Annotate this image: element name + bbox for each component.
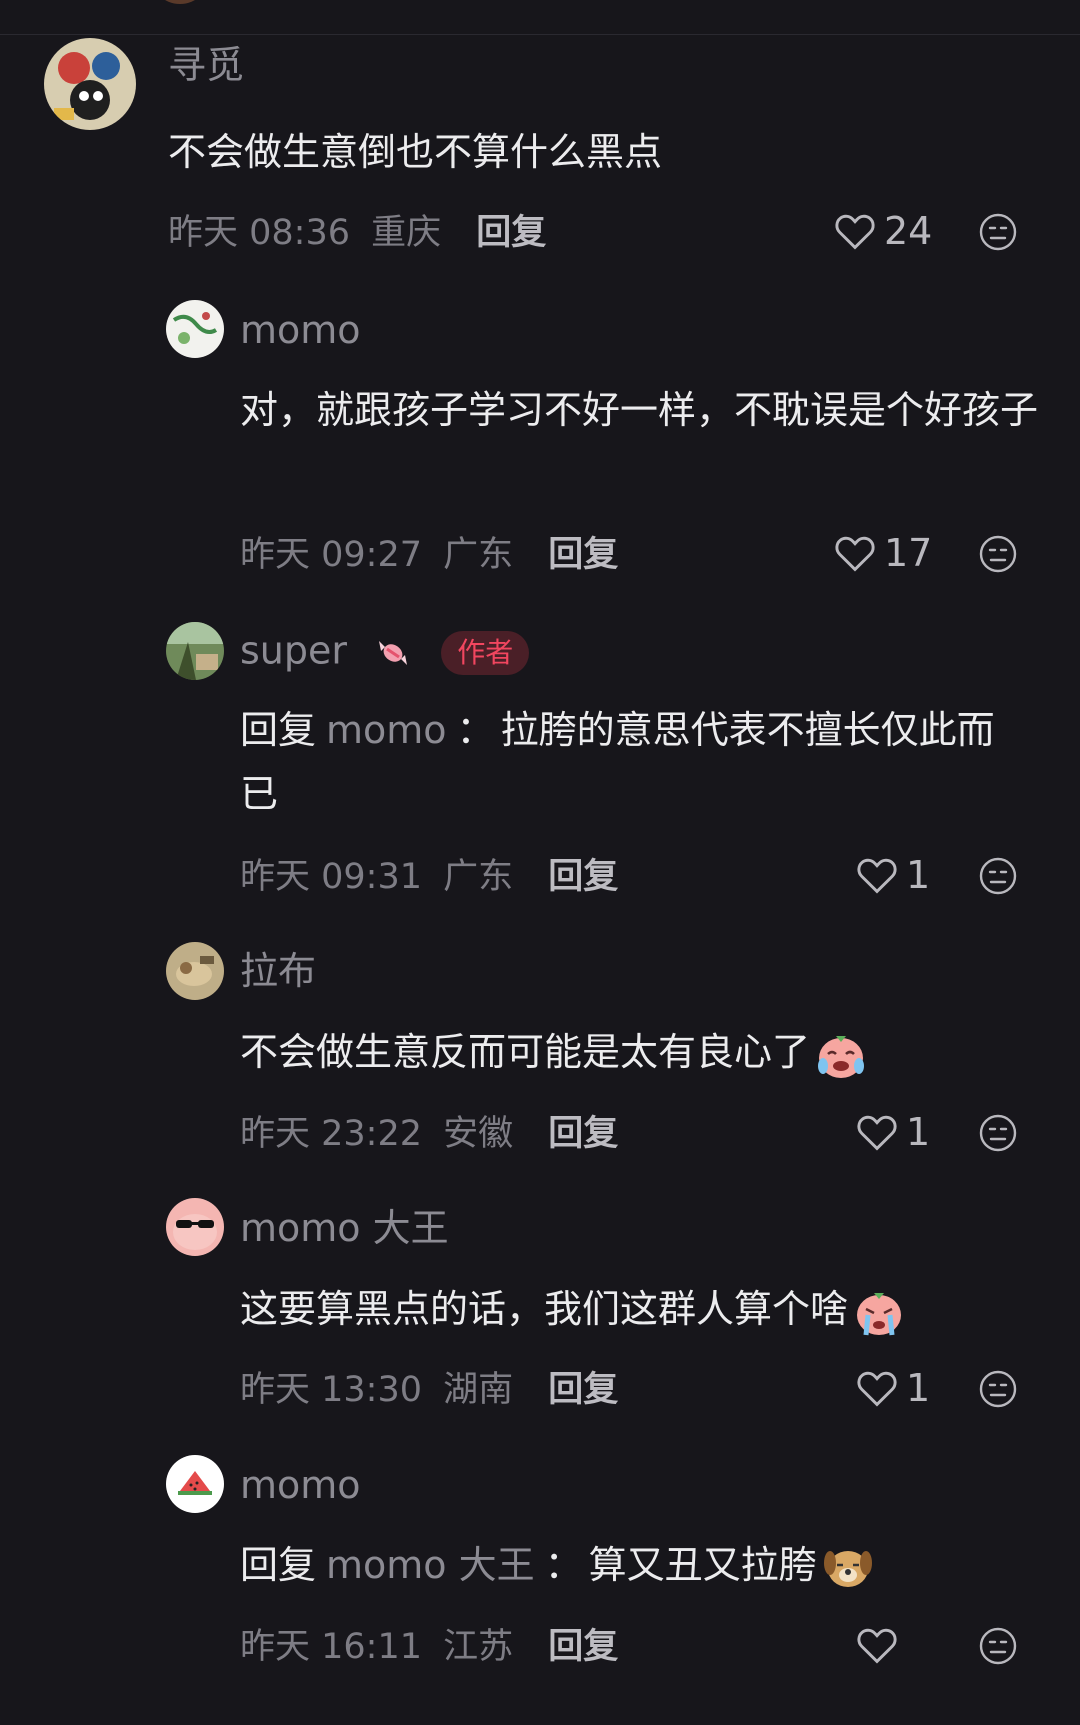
heart-icon xyxy=(857,1628,897,1664)
candy-icon xyxy=(379,641,408,665)
like-button[interactable]: 1 xyxy=(856,856,930,894)
dislike-icon[interactable] xyxy=(978,534,1018,574)
dislike-icon[interactable] xyxy=(978,1113,1018,1153)
author-badge: 作者 xyxy=(441,631,530,675)
reply-prefix: 回复 xyxy=(240,1543,317,1587)
comment-author[interactable]: momo xyxy=(240,1466,361,1504)
comment-time: 昨天 09:27 xyxy=(240,535,422,575)
reply-button[interactable]: 回复 xyxy=(548,535,618,575)
comment-body: 这要算黑点的话，我们这群人算个啥 xyxy=(240,1287,849,1331)
comment-meta: 昨天 23:22 安徽 回复 xyxy=(240,1117,618,1152)
comment-meta: 昨天 08:36 重庆 回复 xyxy=(168,216,546,251)
comment-meta: 昨天 09:27 广东 回复 xyxy=(240,538,618,573)
reply-button[interactable]: 回复 xyxy=(548,1627,618,1667)
comment-time: 昨天 09:31 xyxy=(240,857,422,897)
reply-colon: ： xyxy=(544,1543,583,1587)
reply-target[interactable]: momo 大王 xyxy=(326,1543,535,1587)
comment-author[interactable]: momo xyxy=(240,311,361,349)
comment-location: 广东 xyxy=(443,857,514,897)
avatar[interactable] xyxy=(166,1455,224,1513)
heart-icon xyxy=(857,1371,897,1407)
comment-author[interactable]: momo 大王 xyxy=(240,1209,449,1247)
dislike-icon[interactable] xyxy=(978,1369,1018,1409)
comment-meta: 昨天 09:31 广东 回复 xyxy=(240,860,618,895)
comment-meta: 昨天 13:30 湖南 回复 xyxy=(240,1373,618,1408)
like-button[interactable]: 1 xyxy=(856,1369,930,1407)
reply-target[interactable]: momo xyxy=(326,708,447,752)
comment-meta: 昨天 16:11 江苏 回复 xyxy=(240,1630,618,1665)
author-name[interactable]: super xyxy=(240,629,347,673)
avatar[interactable] xyxy=(166,300,224,358)
like-count: 24 xyxy=(884,209,933,253)
comment-text: 对，就跟孩子学习不好一样，不耽误是个好孩子 xyxy=(240,378,1040,442)
comment-author[interactable]: 寻觅 xyxy=(168,46,244,84)
reply-prefix: 回复 xyxy=(240,708,317,752)
comment-author: super 作者 xyxy=(240,629,530,675)
like-button[interactable]: 17 xyxy=(834,534,932,572)
comment-time: 昨天 08:36 xyxy=(168,213,350,253)
like-button[interactable]: 24 xyxy=(834,212,932,250)
comment-location: 广东 xyxy=(443,535,514,575)
dislike-icon[interactable] xyxy=(978,1626,1018,1666)
avatar[interactable] xyxy=(44,38,136,130)
avatar[interactable] xyxy=(166,1198,224,1256)
crying-emoji-icon xyxy=(857,1292,902,1335)
comment-body: 不会做生意反而可能是太有良心了 xyxy=(240,1030,811,1074)
reply-button[interactable]: 回复 xyxy=(548,1114,618,1154)
comment-body: 不会做生意倒也不算什么黑点 xyxy=(168,130,663,174)
like-count: 1 xyxy=(906,1366,931,1410)
comment-text: 这要算黑点的话，我们这群人算个啥 xyxy=(240,1277,1040,1341)
dislike-icon[interactable] xyxy=(978,856,1018,896)
heart-icon xyxy=(857,858,897,894)
like-count: 1 xyxy=(906,853,931,897)
reply-colon: ： xyxy=(456,708,495,752)
heart-icon xyxy=(835,536,875,572)
avatar[interactable] xyxy=(166,622,224,680)
crying-laughing-emoji-icon xyxy=(818,1035,865,1078)
comment-text: 不会做生意反而可能是太有良心了 xyxy=(240,1020,1040,1084)
like-button[interactable]: 1 xyxy=(856,1113,930,1151)
comment-time: 昨天 23:22 xyxy=(240,1114,422,1154)
reply-button[interactable]: 回复 xyxy=(548,1370,618,1410)
comment-time: 昨天 16:11 xyxy=(240,1627,422,1667)
avatar[interactable] xyxy=(150,0,210,4)
dog-emoji-icon xyxy=(823,1550,872,1587)
comment-body: 算又丑又拉胯 xyxy=(588,1543,817,1587)
reply-button[interactable]: 回复 xyxy=(476,213,546,253)
divider xyxy=(0,34,1080,35)
comment-text: 不会做生意倒也不算什么黑点 xyxy=(168,120,1028,184)
comment-location: 湖南 xyxy=(443,1370,514,1410)
like-button[interactable] xyxy=(856,1626,906,1664)
comment-location: 江苏 xyxy=(443,1627,514,1667)
reply-button[interactable]: 回复 xyxy=(548,857,618,897)
like-count: 17 xyxy=(884,531,933,575)
dislike-icon[interactable] xyxy=(978,212,1018,252)
avatar[interactable] xyxy=(166,942,224,1000)
heart-icon xyxy=(835,214,875,250)
comment-time: 昨天 13:30 xyxy=(240,1370,422,1410)
comment-text: 回复 momo：拉胯的意思代表不擅长仅此而已 xyxy=(240,698,1030,826)
comment-location: 重庆 xyxy=(371,213,442,253)
comment-location: 安徽 xyxy=(443,1114,514,1154)
like-count: 1 xyxy=(906,1110,931,1154)
comment-author[interactable]: 拉布 xyxy=(240,952,316,990)
comment-body: 对，就跟孩子学习不好一样，不耽误是个好孩子 xyxy=(240,388,1039,432)
comment-text: 回复 momo 大王：算又丑又拉胯 xyxy=(240,1533,1040,1597)
heart-icon xyxy=(857,1115,897,1151)
